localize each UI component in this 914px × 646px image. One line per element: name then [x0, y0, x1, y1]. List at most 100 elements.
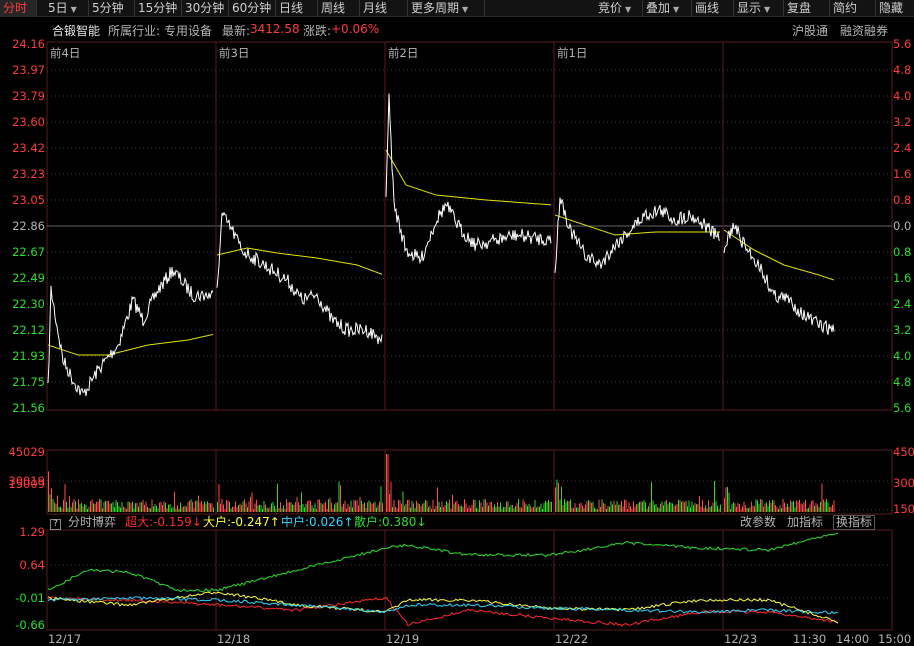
volume-bar — [387, 454, 389, 512]
volume-bar — [97, 501, 99, 512]
volume-bar — [166, 508, 168, 512]
volume-bar — [458, 504, 459, 512]
volume-bar — [696, 504, 697, 512]
volume-bar — [673, 506, 675, 512]
volume-bar — [691, 501, 693, 512]
volume-bar — [580, 502, 582, 512]
volume-bar — [287, 502, 289, 512]
price-tick: 22.49 — [12, 271, 45, 285]
volume-bar — [812, 500, 814, 512]
volume-bar — [512, 504, 513, 512]
edit-params-button[interactable]: 改参数 — [740, 515, 776, 530]
volume-bar — [280, 502, 281, 512]
volume-bar — [531, 507, 533, 512]
volume-bar — [525, 504, 527, 512]
volume-bar — [247, 507, 248, 512]
volume-bar — [803, 502, 805, 512]
volume-bar — [518, 499, 519, 512]
volume-bar — [432, 499, 434, 512]
volume-bar — [467, 508, 468, 512]
intraday-chart-area[interactable] — [0, 0, 914, 646]
day-label-4: 前4日 — [50, 46, 81, 60]
help-button[interactable]: ? — [50, 515, 61, 530]
volume-bar — [809, 504, 811, 512]
volume-bar — [788, 506, 790, 512]
volume-bar — [235, 501, 236, 512]
volume-bar — [75, 501, 76, 512]
volume-bar — [619, 504, 621, 512]
volume-bar — [183, 506, 184, 512]
volume-bar — [731, 503, 733, 512]
volume-bar — [494, 504, 495, 512]
volume-bar — [652, 500, 654, 512]
volume-bar — [344, 500, 346, 512]
volume-tick-right: 45029 — [893, 446, 914, 458]
volume-bar — [54, 502, 55, 512]
volume-bar — [588, 500, 589, 512]
price-tick: 24.16 — [12, 37, 45, 51]
volume-bar — [743, 501, 745, 512]
volume-bar — [818, 507, 820, 512]
volume-bar — [283, 505, 284, 512]
volume-bar — [274, 505, 275, 512]
volume-bar — [356, 500, 358, 512]
volume-bar — [821, 483, 823, 512]
volume-bar — [476, 507, 477, 512]
volume-bar — [775, 505, 776, 512]
volume-bar — [269, 507, 271, 512]
volume-bar — [229, 501, 230, 512]
indicator-name[interactable]: 分时博弈 — [68, 515, 116, 530]
volume-bar — [450, 508, 452, 512]
percent-tick: 5.6 — [893, 37, 912, 51]
volume-bar — [672, 503, 673, 512]
volume-bar — [681, 501, 682, 512]
volume-bar — [462, 507, 464, 512]
volume-bar — [293, 504, 295, 512]
volume-bar — [296, 496, 298, 512]
volume-bar — [533, 506, 534, 512]
volume-bar — [717, 505, 718, 512]
volume-bar — [162, 505, 163, 512]
volume-bar — [832, 504, 833, 512]
arrow-up-icon: ↑ — [343, 515, 354, 529]
volume-bar — [79, 503, 81, 512]
volume-bar — [687, 506, 688, 512]
add-indicator-button[interactable]: 加指标 — [787, 515, 823, 530]
volume-bar — [461, 505, 462, 512]
volume-bar — [693, 505, 694, 512]
date-label: 12/23 — [724, 632, 758, 646]
percent-tick: 1.6 — [893, 167, 912, 181]
volume-bar — [192, 501, 193, 512]
time-label: 15:00 — [878, 632, 912, 646]
volume-bar — [81, 503, 82, 512]
volume-bar — [307, 501, 308, 512]
volume-bar — [78, 499, 79, 512]
volume-bar — [48, 471, 49, 512]
volume-bar — [117, 502, 118, 512]
volume-bar — [286, 499, 287, 512]
volume-bar — [343, 503, 344, 512]
volume-bar — [55, 503, 57, 512]
volume-bar — [684, 502, 685, 512]
volume-bar — [392, 507, 393, 512]
series-medium-label: 中户:0.026 — [281, 515, 344, 529]
volume-bar — [230, 508, 232, 512]
volume-bar — [495, 506, 497, 512]
volume-bar — [527, 506, 528, 512]
volume-bar — [796, 500, 797, 512]
volume-bar — [658, 507, 660, 512]
volume-bar — [195, 500, 196, 512]
volume-tick: 15009 — [8, 477, 45, 491]
volume-bar — [413, 503, 414, 512]
volume-bar — [69, 496, 70, 512]
volume-bar — [73, 499, 75, 512]
volume-bar — [205, 504, 207, 512]
volume-bar — [190, 499, 192, 512]
volume-bar — [338, 481, 340, 512]
volume-bar — [811, 501, 812, 512]
volume-bar — [820, 502, 821, 512]
volume-bar — [281, 508, 283, 512]
switch-indicator-button[interactable]: 换指标 — [833, 515, 876, 530]
volume-bar — [748, 508, 749, 512]
volume-bar — [739, 504, 740, 512]
